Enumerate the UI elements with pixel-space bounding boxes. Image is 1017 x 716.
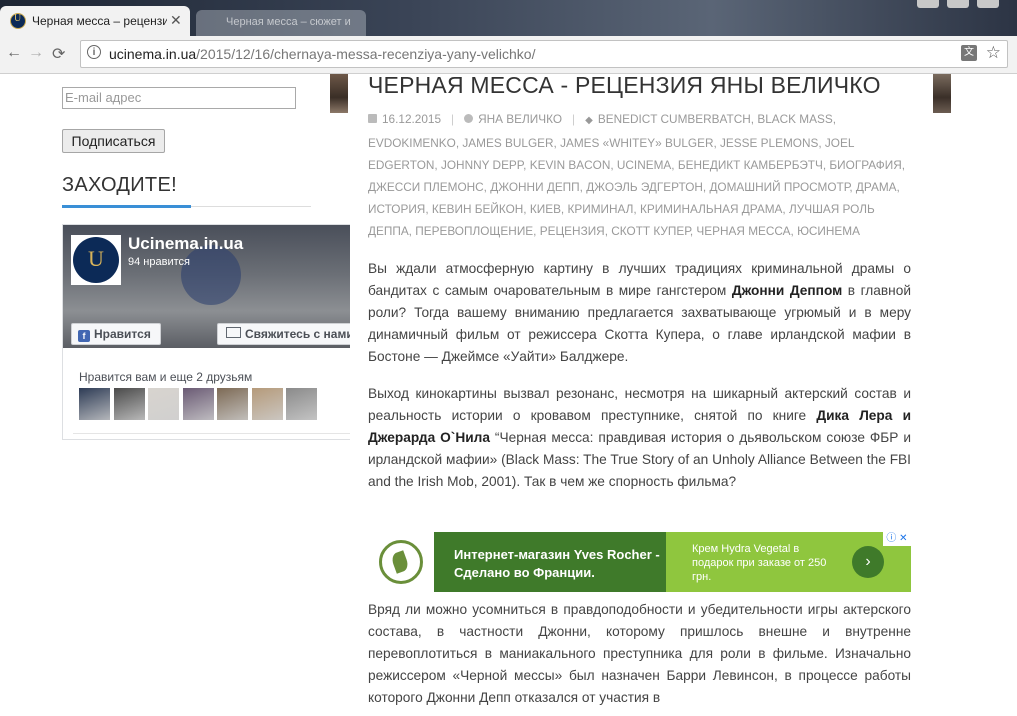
browser-tabstrip: Черная месса – рецензи ✕ Черная месса – …: [0, 0, 1017, 36]
email-field[interactable]: E-mail адрес: [62, 87, 296, 109]
post-title: ЧЕРНАЯ МЕССА - РЕЦЕНЗИЯ ЯНЫ ВЕЛИЧКО: [368, 74, 881, 98]
friend-avatar[interactable]: [217, 388, 248, 420]
logo-ring: [379, 540, 423, 584]
translate-icon[interactable]: 文: [961, 45, 977, 61]
left-thumbnail-strip: [330, 74, 348, 113]
friend-avatar[interactable]: [148, 388, 179, 420]
fb-friends-text: Нравится вам и еще 2 друзьям: [79, 370, 253, 384]
tab2-title: Черная месса – сюжет и: [226, 16, 351, 28]
post-author[interactable]: ЯНА ВЕЛИЧКО: [478, 112, 562, 126]
url-path: /2015/12/16/chernaya-messa-recenziya-yan…: [196, 46, 536, 62]
post-tags[interactable]: BENEDICT CUMBERBATCH, BLACK MASS, EVDOKI…: [368, 112, 905, 238]
meta-separator: |: [572, 112, 576, 126]
window-minimize-button[interactable]: [917, 0, 939, 8]
tag-icon: ◆: [585, 115, 593, 126]
paragraph-2: Выход кинокартины вызвал резонанс, несмо…: [368, 383, 911, 493]
widget-divider-accent: [62, 205, 191, 208]
paragraph-1: Вы ждали атмосферную картину в лучших тр…: [368, 258, 911, 368]
window-maximize-button[interactable]: [947, 0, 969, 8]
url-text[interactable]: ucinema.in.ua/2015/12/16/chernaya-messa-…: [109, 46, 535, 62]
reload-icon[interactable]: ⟳: [52, 44, 65, 64]
envelope-icon: [226, 327, 241, 338]
ad-arrow-icon[interactable]: ›: [852, 546, 884, 578]
paragraph-3: Вряд ли можно усомниться в правдоподобно…: [368, 602, 911, 705]
address-bar[interactable]: i ucinema.in.ua/2015/12/16/chernaya-mess…: [80, 40, 1008, 68]
adchoices-icon[interactable]: ⓘ ✕: [883, 532, 911, 546]
fb-contact-label: Свяжитесь с нами: [245, 327, 350, 341]
meta-separator: |: [451, 112, 455, 126]
browser-toolbar: ← → ⟳ i ucinema.in.ua/2015/12/16/chernay…: [0, 36, 1017, 74]
ucinema-logo-icon: [73, 237, 119, 283]
advertisement-banner[interactable]: Интернет-магазин Yves Rocher - Сделано в…: [368, 532, 911, 592]
friend-avatar[interactable]: [79, 388, 110, 420]
fb-like-label: Нравится: [94, 327, 151, 341]
subscribe-button[interactable]: Подписаться: [62, 129, 165, 153]
back-icon[interactable]: ←: [6, 44, 22, 62]
fb-like-button[interactable]: f Нравится: [71, 323, 161, 345]
ad-headline[interactable]: Интернет-магазин Yves Rocher - Сделано в…: [454, 546, 664, 582]
user-icon: [464, 114, 474, 123]
p1-bold: Джонни Деппом: [731, 283, 843, 298]
fb-like-count: 94 нравится: [128, 256, 190, 268]
friend-avatar[interactable]: [113, 388, 145, 420]
bookmark-star-icon[interactable]: ☆: [986, 43, 1001, 63]
fb-divider: [73, 433, 350, 434]
tab-inactive[interactable]: Черная месса – сюжет и: [196, 10, 366, 36]
friend-avatar[interactable]: [286, 388, 317, 420]
facebook-page-widget: Ucinema.in.ua 94 нравится f Нравится Свяж…: [62, 224, 350, 440]
tab-active[interactable]: Черная месса – рецензи ✕: [0, 6, 190, 36]
post-date[interactable]: 16.12.2015: [382, 112, 441, 126]
fb-page-avatar[interactable]: [71, 235, 121, 285]
friend-avatar[interactable]: [251, 388, 283, 420]
ad-offer[interactable]: Крем Hydra Vegetal в подарок при заказе …: [692, 542, 832, 584]
tab-close-icon[interactable]: ✕: [170, 12, 182, 29]
cover-logo-shape: [181, 245, 241, 305]
right-thumbnail-strip: [933, 74, 951, 113]
forward-icon[interactable]: →: [28, 44, 44, 62]
url-host: ucinema.in.ua: [109, 46, 197, 62]
page-content: E-mail адрес Подписаться ЗАХОДИТЕ! Ucine…: [0, 74, 1017, 716]
site-favicon-icon: [10, 13, 26, 29]
calendar-icon: [368, 114, 377, 123]
widget-title: ЗАХОДИТЕ!: [62, 174, 177, 196]
friend-avatar[interactable]: [182, 388, 214, 420]
window-close-button[interactable]: [977, 0, 999, 8]
post-meta: 16.12.2015 | ЯНА ВЕЛИЧКО | ◆ BENEDICT CUMBERB…: [368, 108, 912, 242]
yves-rocher-logo-icon: [368, 532, 434, 592]
tab-title: Черная месса – рецензи: [32, 14, 167, 28]
info-icon[interactable]: i: [87, 45, 101, 59]
facebook-icon: f: [78, 330, 90, 342]
fb-page-name[interactable]: Ucinema.in.ua: [128, 234, 243, 254]
fb-contact-button[interactable]: Свяжитесь с нами: [217, 323, 350, 345]
